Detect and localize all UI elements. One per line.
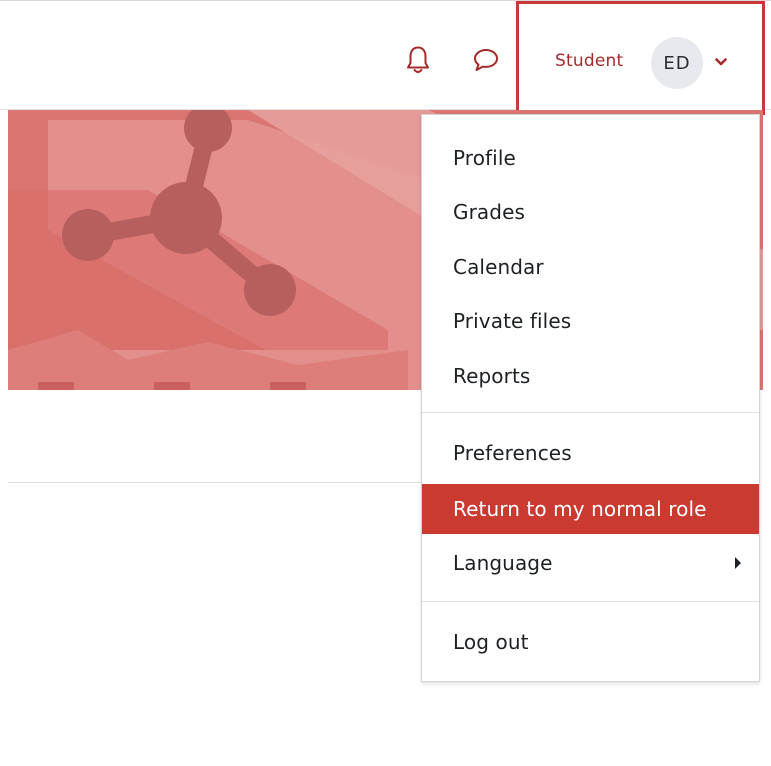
menu-item-preferences[interactable]: Preferences <box>422 431 759 475</box>
chat-bubble-icon[interactable] <box>472 45 500 75</box>
menu-item-language[interactable]: Language <box>422 541 759 585</box>
menu-item-return-to-normal-role[interactable]: Return to my normal role <box>422 484 759 534</box>
menu-item-grades[interactable]: Grades <box>422 190 759 234</box>
user-dropdown-menu: Profile Grades Calendar Private files Re… <box>421 114 760 682</box>
page: Student ED Profile Grades Calendar Priva… <box>0 0 771 766</box>
menu-divider <box>422 412 759 413</box>
content-divider <box>8 482 438 483</box>
menu-item-private-files[interactable]: Private files <box>422 299 759 343</box>
menu-item-profile[interactable]: Profile <box>422 136 759 180</box>
menu-item-reports[interactable]: Reports <box>422 354 759 398</box>
avatar[interactable]: ED <box>651 37 703 89</box>
menu-item-language-label: Language <box>453 551 553 575</box>
top-navbar: Student ED <box>0 0 771 115</box>
caret-right-icon <box>735 557 741 569</box>
bell-icon[interactable] <box>404 45 432 75</box>
menu-item-calendar[interactable]: Calendar <box>422 245 759 289</box>
chevron-down-icon[interactable] <box>714 56 728 68</box>
user-menu-toggle[interactable]: Student ED <box>516 1 765 115</box>
menu-item-log-out[interactable]: Log out <box>422 620 759 664</box>
menu-divider <box>422 601 759 602</box>
current-role-label: Student <box>555 51 624 71</box>
